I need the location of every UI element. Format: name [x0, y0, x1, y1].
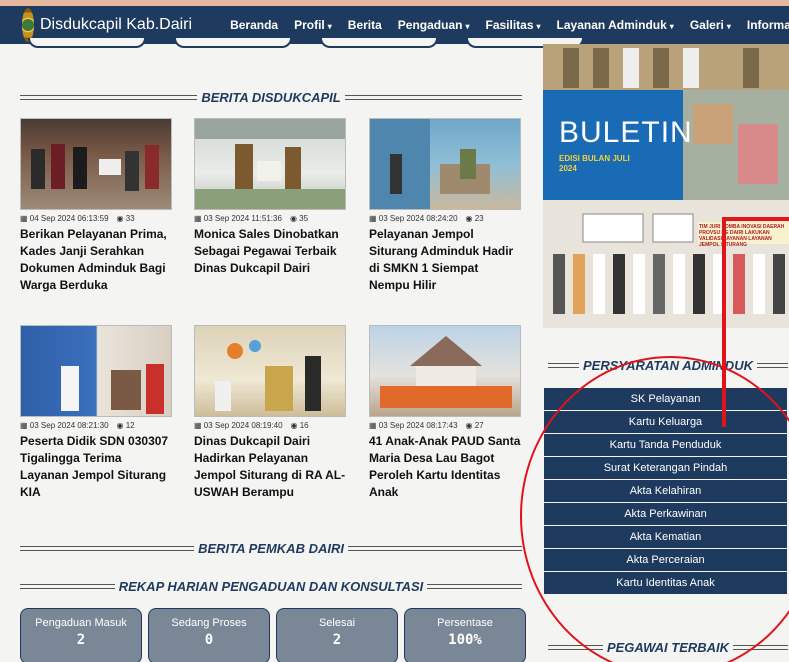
- req-akta-perceraian[interactable]: Akta Perceraian: [544, 549, 787, 571]
- eye-icon: ◉ 33: [116, 214, 135, 223]
- req-sk-pelayanan[interactable]: SK Pelayanan: [544, 388, 787, 410]
- section-rekap-heading: REKAP HARIAN PENGADUAN DAN KONSULTASI: [20, 579, 523, 594]
- stat-sedang-proses: Sedang Proses 0: [148, 608, 270, 662]
- stat-pengaduan-masuk: Pengaduan Masuk 2: [20, 608, 142, 662]
- req-ktp[interactable]: Kartu Tanda Penduduk: [544, 434, 787, 456]
- nav-profil[interactable]: Profil ▾: [286, 18, 340, 32]
- quick-button[interactable]: [28, 38, 146, 48]
- section-pemkab-heading: BERITA PEMKAB DAIRI: [20, 541, 523, 556]
- chevron-down-icon: ▾: [669, 22, 674, 31]
- nav-pengaduan[interactable]: Pengaduan ▾: [390, 18, 478, 32]
- chevron-down-icon: ▾: [536, 22, 541, 31]
- quick-button[interactable]: [320, 38, 438, 48]
- news-meta: ▦ 03 Sep 2024 08:24:20 ◉ 23: [369, 214, 521, 223]
- dairi-logo[interactable]: [22, 8, 34, 42]
- news-photo[interactable]: [369, 118, 521, 210]
- req-akta-kelahiran[interactable]: Akta Kelahiran: [544, 480, 787, 502]
- hidden-quick-buttons: [28, 38, 584, 48]
- nav-layanan-adminduk[interactable]: Layanan Adminduk ▾: [549, 18, 682, 32]
- news-card[interactable]: ▦ 03 Sep 2024 11:51:36 ◉ 35 Monica Sales …: [194, 118, 346, 277]
- news-photo[interactable]: [20, 118, 172, 210]
- main-nav: Beranda Profil ▾ Berita Pengaduan ▾ Fasili…: [222, 18, 789, 32]
- news-title[interactable]: 41 Anak-Anak PAUD Santa Maria Desa Lau B…: [369, 433, 521, 501]
- buletin-banner[interactable]: BULETIN EDISI BULAN JULI 2024 TIM JURI L…: [543, 44, 789, 328]
- nav-galeri[interactable]: Galeri ▾: [682, 18, 739, 32]
- news-meta: ▦ 04 Sep 2024 06:13:59 ◉ 33: [20, 214, 172, 223]
- news-meta: ▦ 03 Sep 2024 11:51:36 ◉ 35: [194, 214, 346, 223]
- eye-icon: ◉ 16: [290, 421, 309, 430]
- stat-selesai: Selesai 2: [276, 608, 398, 662]
- calendar-icon: ▦ 03 Sep 2024 08:21:30: [20, 421, 109, 430]
- calendar-icon: ▦ 03 Sep 2024 11:51:36: [194, 214, 282, 223]
- eye-icon: ◉ 23: [465, 214, 484, 223]
- news-photo[interactable]: [20, 325, 172, 417]
- news-title[interactable]: Berikan Pelayanan Prima, Kades Janji Ser…: [20, 226, 172, 294]
- calendar-icon: ▦ 03 Sep 2024 08:24:20: [369, 214, 458, 223]
- calendar-icon: ▦ 03 Sep 2024 08:17:43: [369, 421, 458, 430]
- section-berita-heading: BERITA DISDUKCAPIL: [20, 90, 523, 105]
- news-title[interactable]: Pelayanan Jempol Siturang Adminduk Hadir…: [369, 226, 521, 294]
- news-card[interactable]: ▦ 03 Sep 2024 08:24:20 ◉ 23 Pelayanan Jem…: [369, 118, 521, 294]
- nav-beranda[interactable]: Beranda: [222, 18, 286, 32]
- calendar-icon: ▦ 03 Sep 2024 08:19:40: [194, 421, 283, 430]
- buletin-subtitle: EDISI BULAN JULI 2024: [559, 154, 630, 173]
- section-pegawai-heading: PEGAWAI TERBAIK: [548, 640, 789, 655]
- buletin-note: TIM JURI LOMBA INOVASI DAERAH PROVSU KE …: [699, 224, 785, 248]
- news-card[interactable]: ▦ 04 Sep 2024 06:13:59 ◉ 33 Berikan Pelay…: [20, 118, 172, 294]
- req-surat-pindah[interactable]: Surat Keterangan Pindah: [544, 457, 787, 479]
- chevron-down-icon: ▾: [327, 22, 332, 31]
- news-meta: ▦ 03 Sep 2024 08:19:40 ◉ 16: [194, 421, 346, 430]
- news-title[interactable]: Monica Sales Dinobatkan Sebagai Pegawai …: [194, 226, 346, 277]
- buletin-title: BULETIN: [559, 116, 693, 149]
- news-meta: ▦ 03 Sep 2024 08:17:43 ◉ 27: [369, 421, 521, 430]
- chevron-down-icon: ▾: [726, 22, 731, 31]
- req-kartu-keluarga[interactable]: Kartu Keluarga: [544, 411, 787, 433]
- news-photo[interactable]: [194, 325, 346, 417]
- eye-icon: ◉ 27: [465, 421, 484, 430]
- news-card[interactable]: ▦ 03 Sep 2024 08:21:30 ◉ 12 Peserta Didik…: [20, 325, 172, 501]
- news-meta: ▦ 03 Sep 2024 08:21:30 ◉ 12: [20, 421, 172, 430]
- rekap-stats: Pengaduan Masuk 2 Sedang Proses 0 Selesai 2…: [20, 608, 526, 662]
- news-title[interactable]: Peserta Didik SDN 030307 Tigalingga Teri…: [20, 433, 172, 501]
- req-akta-perkawinan[interactable]: Akta Perkawinan: [544, 503, 787, 525]
- eye-icon: ◉ 12: [116, 421, 135, 430]
- persyaratan-list: SK Pelayanan Kartu Keluarga Kartu Tanda …: [544, 388, 787, 595]
- nav-informasi[interactable]: Informasi▾: [739, 18, 789, 32]
- news-photo[interactable]: [369, 325, 521, 417]
- req-kartu-identitas-anak[interactable]: Kartu Identitas Anak: [544, 572, 787, 594]
- nav-berita[interactable]: Berita: [340, 18, 390, 32]
- news-photo[interactable]: [194, 118, 346, 210]
- stat-persentase: Persentase 100%: [404, 608, 526, 662]
- chevron-down-icon: ▾: [465, 22, 470, 31]
- annotation-line: [722, 217, 789, 221]
- brand-name[interactable]: Disdukcapil Kab.Dairi: [40, 16, 192, 34]
- quick-button[interactable]: [174, 38, 292, 48]
- news-card[interactable]: ▦ 03 Sep 2024 08:19:40 ◉ 16 Dinas Dukcapi…: [194, 325, 346, 501]
- news-title[interactable]: Dinas Dukcapil Dairi Hadirkan Pelayanan …: [194, 433, 346, 501]
- eye-icon: ◉ 35: [289, 214, 309, 223]
- nav-fasilitas[interactable]: Fasilitas ▾: [478, 18, 549, 32]
- news-card[interactable]: ▦ 03 Sep 2024 08:17:43 ◉ 27 41 Anak-Anak …: [369, 325, 521, 501]
- annotation-line: [722, 217, 726, 427]
- calendar-icon: ▦ 04 Sep 2024 06:13:59: [20, 214, 109, 223]
- req-akta-kematian[interactable]: Akta Kematian: [544, 526, 787, 548]
- section-persyaratan-heading: PERSYARATAN ADMINDUK: [548, 358, 788, 373]
